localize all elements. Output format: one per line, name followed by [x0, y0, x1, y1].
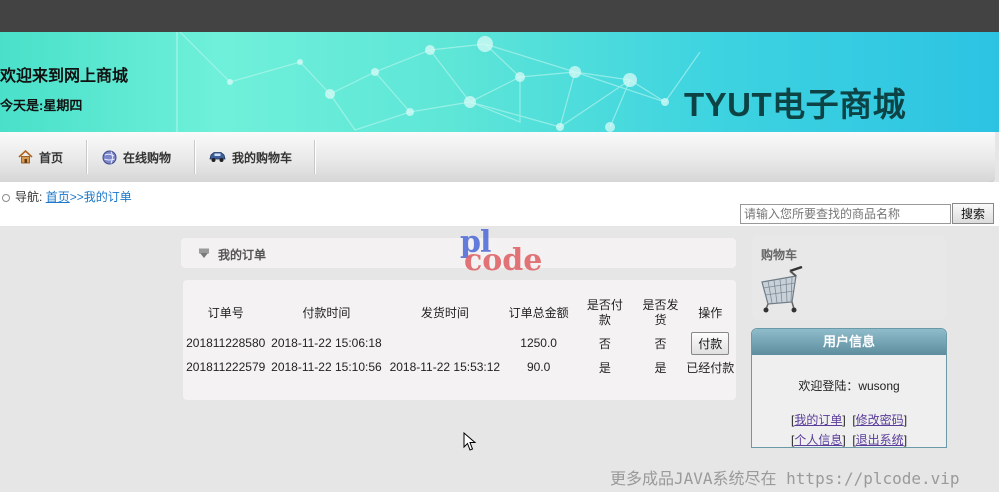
- top-bar: [0, 0, 999, 32]
- today-text: 今天是:星期四: [0, 98, 83, 113]
- my-orders-link[interactable]: 我的订单: [794, 413, 842, 427]
- cart-box-title: 购物车: [761, 248, 798, 262]
- search-input[interactable]: [740, 204, 951, 224]
- col-shipped: 是否发货: [642, 298, 679, 327]
- welcome-text: 欢迎来到网上商城: [0, 68, 129, 85]
- footer-watermark: 更多成品JAVA系统尽在 https://plcode.vip: [610, 469, 960, 488]
- cell-paid: 否: [598, 336, 611, 351]
- table-row: 201811222579 2018-11-22 15:10:56 2018-11…: [184, 355, 736, 379]
- table-header-row: 订单号 付款时间 发货时间 订单总金额 是否付款 是否发货 操作: [184, 295, 736, 331]
- col-total: 订单总金额: [508, 305, 569, 320]
- globe-icon: [102, 150, 117, 164]
- breadcrumb-current: >>我的订单: [69, 190, 132, 204]
- col-paid: 是否付款: [586, 298, 623, 327]
- plcode-watermark: pl code: [460, 225, 560, 281]
- orders-table-panel: 订单号 付款时间 发货时间 订单总金额 是否付款 是否发货 操作 2018112…: [183, 280, 736, 400]
- cell-shipped-at: 2018-11-22 15:53:12: [389, 360, 501, 374]
- orders-panel-header: 我的订单: [181, 238, 736, 268]
- logout-link[interactable]: 退出系统: [856, 433, 904, 447]
- user-info-title: 用户信息: [752, 329, 946, 355]
- cell-paid: 是: [598, 360, 611, 375]
- cell-action: 已经付款: [686, 360, 735, 375]
- car-icon: [209, 152, 226, 162]
- site-brand: TYUT电子商城: [684, 86, 907, 123]
- home-icon: [18, 150, 33, 164]
- col-action: 操作: [698, 305, 723, 320]
- cell-shipped: 是: [654, 360, 667, 375]
- nav-my-cart-label: 我的购物车: [232, 150, 293, 165]
- site-banner: 欢迎来到网上商城 今天是:星期四 TYUT电子商城: [0, 32, 999, 132]
- cell-total: 90.0: [526, 360, 551, 374]
- breadcrumb: 导航: 首页>>我的订单: [2, 188, 132, 205]
- orders-table: 订单号 付款时间 发货时间 订单总金额 是否付款 是否发货 操作 2018112…: [184, 295, 736, 379]
- nav-online-shopping-label: 在线购物: [123, 150, 172, 165]
- user-info-box: 用户信息 欢迎登陆：wusong [我的订单] [修改密码] [个人信息] [退…: [751, 328, 947, 448]
- mouse-cursor-icon: [463, 432, 477, 451]
- cell-order-no: 201811222579: [186, 360, 266, 374]
- col-order-no: 订单号: [207, 305, 244, 320]
- cell-total: 1250.0: [520, 336, 557, 350]
- nav-divider: [314, 140, 316, 174]
- cell-shipped-at: [385, 331, 504, 355]
- cell-action: 付款: [684, 331, 736, 355]
- orders-panel-title: 我的订单: [218, 248, 267, 262]
- nav-online-shopping[interactable]: 在线购物: [102, 148, 171, 166]
- cell-shipped: 否: [654, 336, 667, 351]
- col-shipped-at: 发货时间: [420, 305, 469, 320]
- user-links-row: [个人信息] [退出系统]: [790, 433, 908, 447]
- search-button[interactable]: 搜索: [952, 203, 994, 224]
- profile-link[interactable]: 个人信息: [794, 433, 842, 447]
- nav-home-label: 首页: [39, 150, 64, 165]
- cell-order-no: 201811228580: [186, 336, 266, 350]
- user-links-row: [我的订单] [修改密码]: [790, 413, 908, 427]
- list-arrow-icon: [199, 248, 209, 258]
- nav-my-cart[interactable]: 我的购物车: [209, 148, 292, 166]
- col-paid-at: 付款时间: [302, 305, 351, 320]
- watermark-code: code: [464, 243, 543, 278]
- bullet-icon: [2, 193, 10, 202]
- nav-divider: [86, 140, 88, 174]
- table-row: 201811228580 2018-11-22 15:06:18 1250.0 …: [184, 331, 736, 355]
- main-nav: 首页 在线购物 我的购物车: [0, 132, 995, 183]
- cell-paid-at: 2018-11-22 15:06:18: [271, 336, 382, 350]
- shopping-cart-icon[interactable]: [760, 266, 804, 314]
- cell-paid-at: 2018-11-22 15:10:56: [271, 360, 382, 374]
- breadcrumb-home-link[interactable]: 首页: [46, 190, 70, 204]
- pay-button[interactable]: 付款: [691, 331, 730, 355]
- nav-divider: [194, 140, 196, 174]
- cart-box: 购物车: [752, 236, 946, 320]
- breadcrumb-prefix: 导航:: [15, 190, 43, 204]
- change-password-link[interactable]: 修改密码: [856, 413, 904, 427]
- user-welcome-text: 欢迎登陆：wusong: [798, 379, 900, 393]
- nav-home[interactable]: 首页: [18, 148, 63, 166]
